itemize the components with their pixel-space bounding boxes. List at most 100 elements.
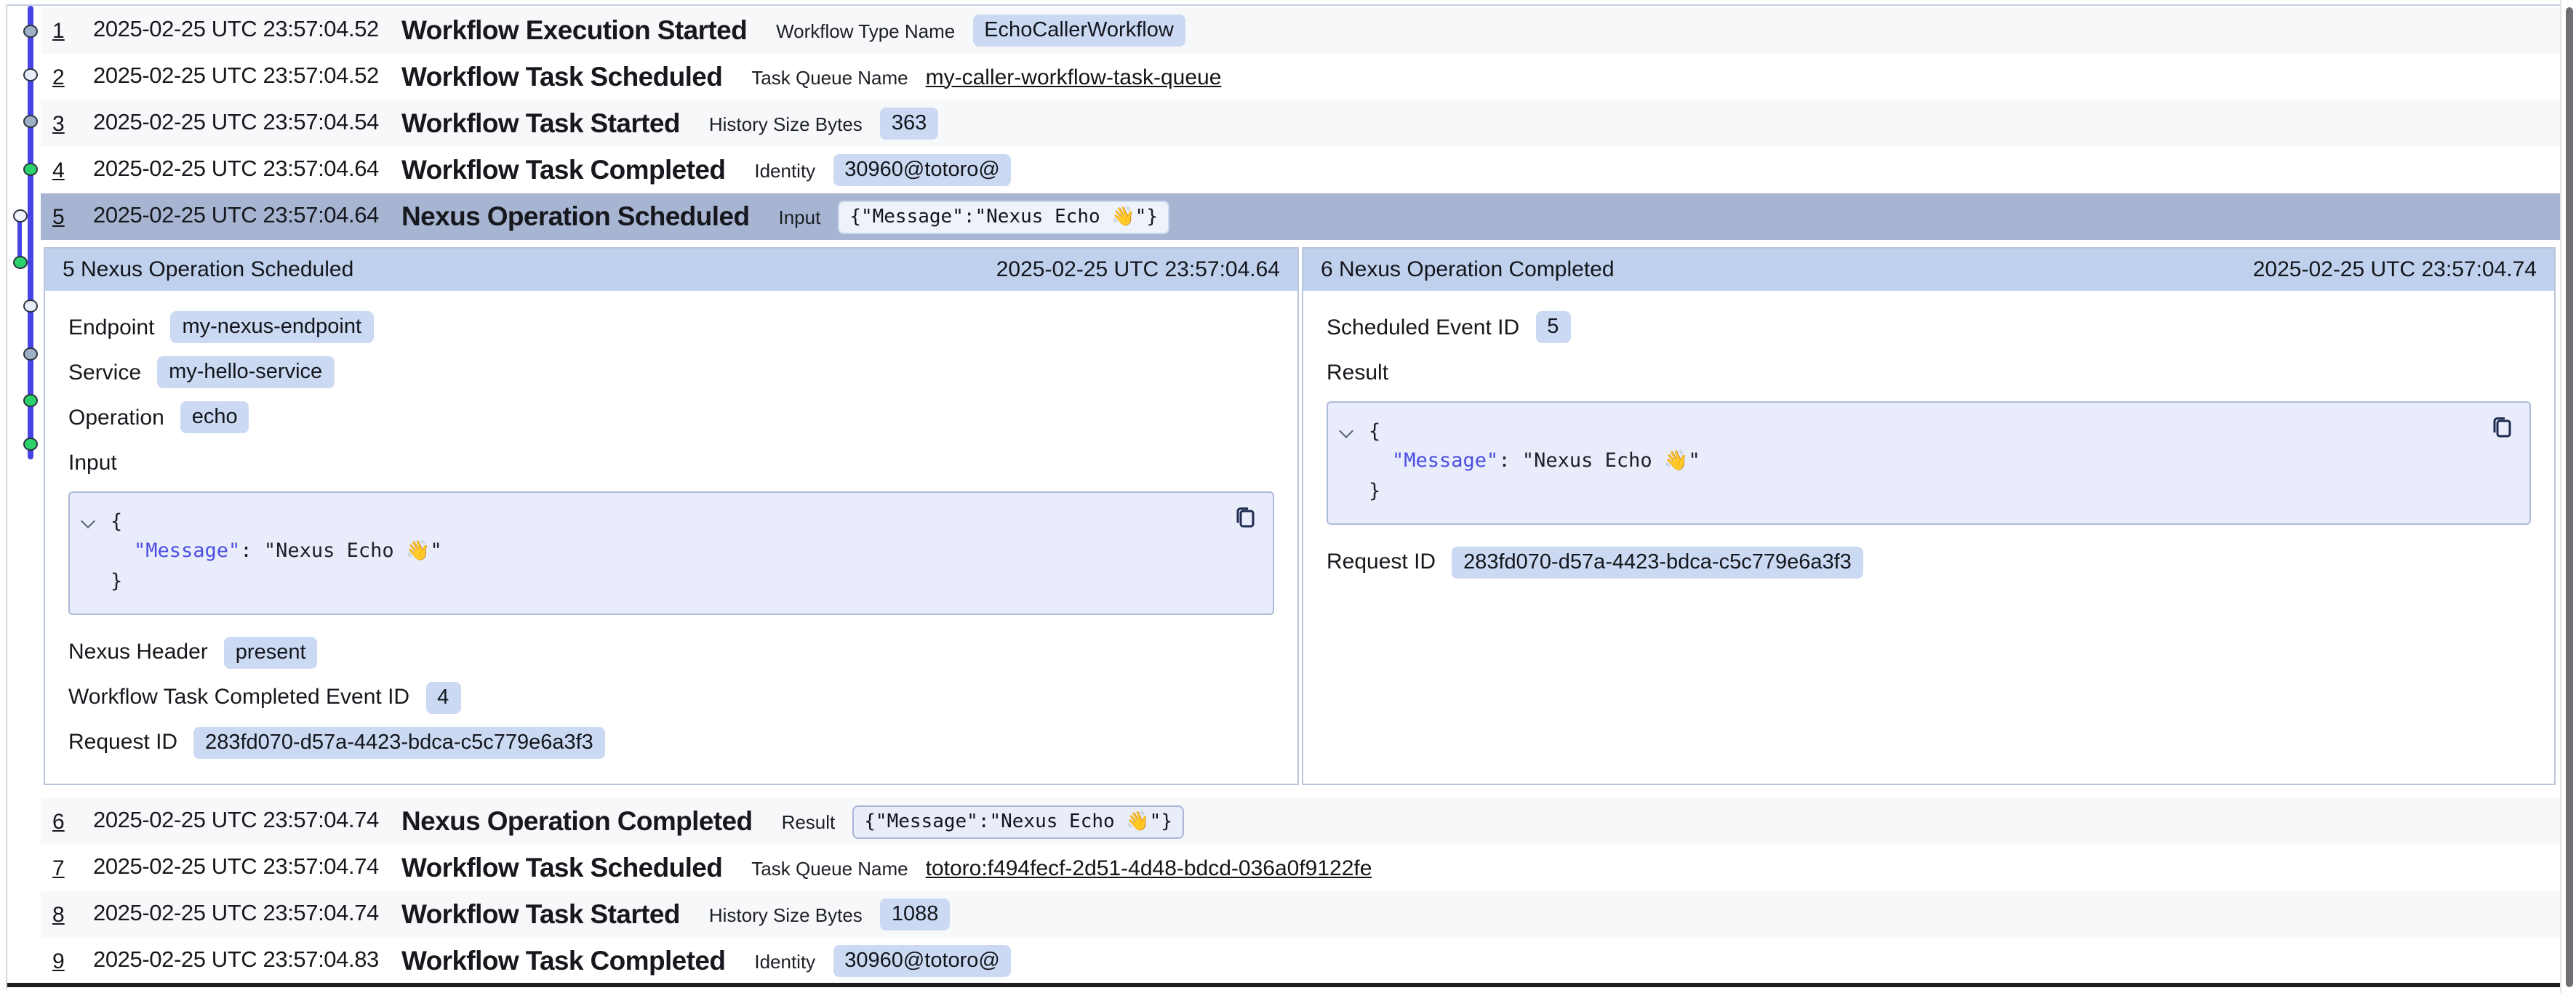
- field-label: Workflow Task Completed Event ID: [68, 686, 409, 710]
- event-attr-json-badge: {"Message":"Nexus Echo 👋"}: [852, 805, 1184, 838]
- field-value-badge: my-nexus-endpoint: [170, 311, 373, 343]
- task-queue-link[interactable]: totoro:f494fecf-2d51-4d48-bdcd-036a0f912…: [926, 856, 1372, 880]
- event-name: Workflow Task Completed: [401, 154, 725, 186]
- field-value-badge: 283fd070-d57a-4423-bdca-c5c779e6a3f3: [1452, 547, 1863, 579]
- event-attr-label: Task Queue Name: [751, 857, 908, 879]
- json-value: "Nexus Echo 👋": [264, 540, 442, 563]
- field-label: Nexus Header: [68, 640, 208, 665]
- json-line: {: [1340, 417, 2512, 447]
- event-time: 2025-02-25 UTC 23:57:04.74: [93, 855, 384, 881]
- event-attr-label: Task Queue Name: [751, 66, 908, 88]
- copy-button[interactable]: [2489, 414, 2515, 441]
- detail-card-scheduled: 5 Nexus Operation Scheduled 2025-02-25 U…: [44, 247, 1299, 785]
- event-id-link[interactable]: 1: [52, 18, 76, 43]
- detail-card-timestamp: 2025-02-25 UTC 23:57:04.74: [2253, 257, 2537, 282]
- field-label: Operation: [68, 405, 164, 430]
- event-row[interactable]: 8 2025-02-25 UTC 23:57:04.74 Workflow Ta…: [41, 891, 2560, 938]
- event-id-link[interactable]: 4: [52, 158, 76, 182]
- table-bottom-border: [7, 983, 2576, 986]
- event-time: 2025-02-25 UTC 23:57:04.52: [93, 64, 384, 90]
- event-time: 2025-02-25 UTC 23:57:04.74: [93, 901, 384, 928]
- event-id-link[interactable]: 2: [52, 65, 76, 89]
- event-attr-json-badge: {"Message":"Nexus Echo 👋"}: [838, 200, 1169, 233]
- detail-card-header: 6 Nexus Operation Completed 2025-02-25 U…: [1303, 249, 2554, 291]
- event-row[interactable]: 4 2025-02-25 UTC 23:57:04.64 Workflow Ta…: [41, 147, 2560, 193]
- event-detail-panel: 5 Nexus Operation Scheduled 2025-02-25 U…: [44, 247, 2556, 785]
- detail-field: Operation echo: [68, 401, 1274, 433]
- event-attr-badge: 30960@totoro@: [833, 154, 1012, 186]
- event-attr-label: Workflow Type Name: [776, 20, 955, 41]
- field-label: Request ID: [68, 731, 177, 755]
- json-key: "Message": [134, 540, 240, 563]
- event-name: Nexus Operation Completed: [401, 805, 753, 837]
- copy-icon: [2489, 414, 2515, 441]
- event-name: Workflow Execution Started: [401, 15, 747, 47]
- timeline-dot-event-5[interactable]: [12, 209, 27, 222]
- event-row-selected[interactable]: 5 2025-02-25 UTC 23:57:04.64 Nexus Opera…: [41, 193, 2560, 240]
- detail-field: Nexus Header present: [68, 637, 1274, 669]
- event-row[interactable]: 9 2025-02-25 UTC 23:57:04.83 Workflow Ta…: [41, 938, 2560, 984]
- result-section-label: Result: [1327, 356, 2531, 388]
- detail-field: Request ID 283fd070-d57a-4423-bdca-c5c77…: [1327, 547, 2531, 579]
- detail-field: Scheduled Event ID 5: [1327, 311, 2531, 343]
- field-value-badge: present: [224, 637, 318, 669]
- timeline-dot-event-1[interactable]: [23, 24, 37, 37]
- field-value-badge: 283fd070-d57a-4423-bdca-c5c779e6a3f3: [193, 727, 605, 759]
- event-time: 2025-02-25 UTC 23:57:04.83: [93, 948, 384, 974]
- event-name: Workflow Task Completed: [401, 945, 725, 977]
- event-time: 2025-02-25 UTC 23:57:04.52: [93, 17, 384, 44]
- event-id-link[interactable]: 6: [52, 809, 76, 834]
- detail-card-header: 5 Nexus Operation Scheduled 2025-02-25 U…: [45, 249, 1297, 291]
- event-attr-label: History Size Bytes: [709, 113, 863, 134]
- input-json-viewer: { "Message": "Nexus Echo 👋" }: [68, 491, 1274, 615]
- task-queue-link[interactable]: my-caller-workflow-task-queue: [926, 65, 1222, 89]
- event-id-link[interactable]: 3: [52, 111, 76, 136]
- detail-field: Workflow Task Completed Event ID 4: [68, 682, 1274, 714]
- event-attr-badge: 363: [880, 108, 938, 140]
- event-row[interactable]: 3 2025-02-25 UTC 23:57:04.54 Workflow Ta…: [41, 100, 2560, 147]
- detail-field: Service my-hello-service: [68, 356, 1274, 388]
- event-attr-badge: 30960@totoro@: [833, 945, 1012, 977]
- event-attr-label: Identity: [754, 950, 815, 972]
- event-id-link[interactable]: 9: [52, 949, 76, 973]
- page-left-border: [6, 4, 7, 990]
- detail-field: Request ID 283fd070-d57a-4423-bdca-c5c77…: [68, 727, 1274, 759]
- timeline-dot-event-6[interactable]: [12, 255, 27, 268]
- timeline-dot-event-4[interactable]: [23, 163, 37, 176]
- timeline-dot-event-9[interactable]: [23, 393, 37, 406]
- copy-button[interactable]: [1232, 504, 1258, 531]
- event-id-link[interactable]: 7: [52, 856, 76, 880]
- detail-card-body: Endpoint my-nexus-endpoint Service my-he…: [45, 291, 1297, 785]
- json-line: "Message": "Nexus Echo 👋": [1340, 447, 2512, 477]
- event-name: Workflow Task Started: [401, 108, 680, 140]
- json-line: }: [81, 566, 1255, 596]
- vertical-scrollbar-thumb[interactable]: [2566, 7, 2573, 987]
- event-row[interactable]: 7 2025-02-25 UTC 23:57:04.74 Workflow Ta…: [41, 845, 2560, 891]
- json-line: {: [81, 507, 1255, 537]
- event-row[interactable]: 6 2025-02-25 UTC 23:57:04.74 Nexus Opera…: [41, 798, 2560, 845]
- event-name: Workflow Task Started: [401, 898, 680, 930]
- timeline-dot-event-2[interactable]: [23, 68, 37, 81]
- event-name: Workflow Task Scheduled: [401, 61, 722, 93]
- event-row[interactable]: 2 2025-02-25 UTC 23:57:04.52 Workflow Ta…: [41, 54, 2560, 100]
- event-attr-badge: 1088: [880, 898, 951, 930]
- event-id-link[interactable]: 5: [52, 204, 76, 229]
- event-id-link[interactable]: 8: [52, 902, 76, 927]
- event-row[interactable]: 1 2025-02-25 UTC 23:57:04.52 Workflow Ex…: [41, 7, 2560, 54]
- timeline-dot-event-3[interactable]: [23, 115, 37, 128]
- json-key: "Message": [1392, 450, 1498, 473]
- timeline-dot-event-10[interactable]: [23, 437, 37, 450]
- event-attr-label: History Size Bytes: [709, 904, 863, 925]
- field-label: Service: [68, 360, 141, 385]
- event-time: 2025-02-25 UTC 23:57:04.74: [93, 808, 384, 835]
- field-value-badge: 5: [1535, 311, 1570, 343]
- table-top-border: [7, 4, 2560, 6]
- detail-card-completed: 6 Nexus Operation Completed 2025-02-25 U…: [1302, 247, 2556, 785]
- field-value-badge: 4: [425, 682, 460, 714]
- timeline-dot-event-8[interactable]: [23, 347, 37, 361]
- event-attr-label: Result: [782, 811, 836, 832]
- result-json-viewer: { "Message": "Nexus Echo 👋" }: [1327, 401, 2531, 525]
- timeline-dot-event-7[interactable]: [23, 299, 37, 312]
- event-name: Nexus Operation Scheduled: [401, 201, 749, 233]
- detail-field: Endpoint my-nexus-endpoint: [68, 311, 1274, 343]
